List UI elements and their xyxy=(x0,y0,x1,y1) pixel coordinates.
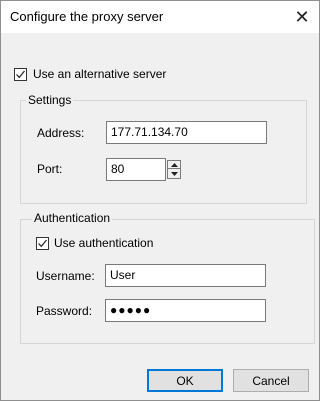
password-label: Password: xyxy=(36,304,93,318)
password-field[interactable]: ●●●●● xyxy=(105,299,266,322)
use-authentication-label[interactable]: Use authentication xyxy=(54,236,153,250)
address-label: Address: xyxy=(37,126,85,140)
ok-button[interactable]: OK xyxy=(147,369,223,392)
use-alternative-server-label[interactable]: Use an alternative server xyxy=(33,67,166,81)
port-decrement-button[interactable] xyxy=(168,170,180,178)
address-value: 177.71.134.70 xyxy=(111,125,188,139)
arrow-down-icon xyxy=(170,172,178,176)
ok-button-label: OK xyxy=(176,373,194,388)
settings-group-title: Settings xyxy=(26,93,74,107)
title-bar: Configure the proxy server ✕ xyxy=(1,1,319,33)
proxy-config-dialog: Configure the proxy server ✕ Use an alte… xyxy=(0,0,320,401)
address-field[interactable]: 177.71.134.70 xyxy=(106,121,267,144)
settings-groupbox xyxy=(20,100,307,204)
close-icon[interactable]: ✕ xyxy=(287,1,317,33)
authentication-group-title: Authentication xyxy=(32,211,113,225)
port-increment-button[interactable] xyxy=(168,161,180,169)
port-spinner[interactable] xyxy=(167,160,181,179)
username-value: User xyxy=(110,268,136,282)
checkmark-icon xyxy=(16,70,25,79)
username-label: Username: xyxy=(36,269,95,283)
port-field[interactable]: 80 xyxy=(106,158,166,181)
port-label: Port: xyxy=(37,162,63,176)
checkmark-icon xyxy=(38,239,47,248)
username-field[interactable]: User xyxy=(105,264,266,287)
cancel-button-label: Cancel xyxy=(252,373,290,388)
use-alternative-server-checkbox[interactable] xyxy=(14,68,27,81)
use-authentication-checkbox[interactable] xyxy=(36,237,49,250)
cancel-button[interactable]: Cancel xyxy=(233,369,309,392)
port-value: 80 xyxy=(111,162,125,176)
password-value: ●●●●● xyxy=(110,303,152,317)
arrow-up-icon xyxy=(170,162,178,167)
dialog-title: Configure the proxy server xyxy=(10,9,164,24)
